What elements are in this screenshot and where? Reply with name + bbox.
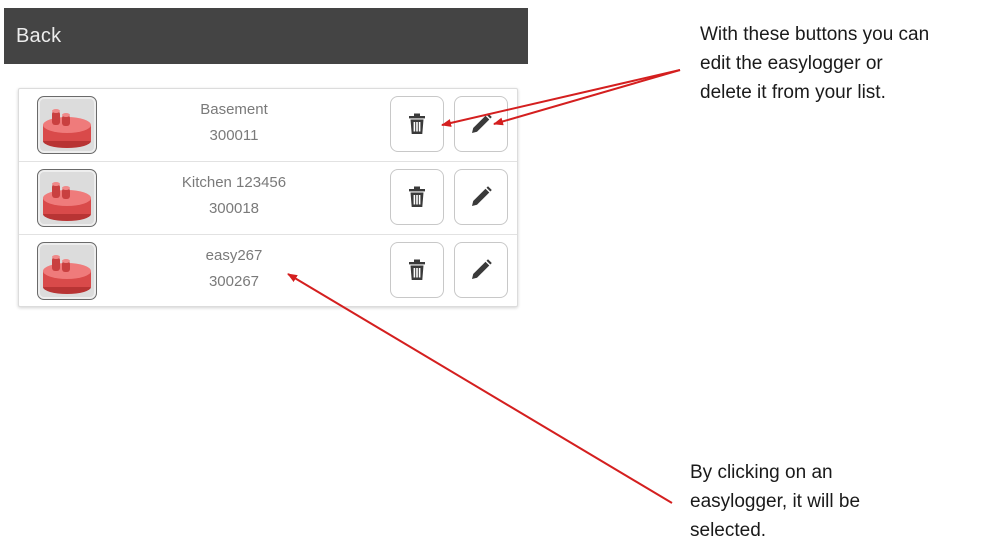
edit-button[interactable] [454,169,508,225]
trash-icon [409,186,425,207]
annotation-line: easylogger, it will be [690,491,861,512]
logger-name: easy267 [205,247,263,264]
logger-serial: 300267 [208,273,260,290]
logger-text: easy267 300267 [139,243,329,295]
delete-button[interactable] [390,169,444,225]
logger-text: Kitchen 123456 300018 [139,170,329,222]
logger-list-item[interactable]: Kitchen 123456 300018 [19,162,517,234]
logger-name: Basement [200,101,268,118]
logger-serial: 300018 [208,200,260,217]
logger-serial: 300011 [209,127,259,144]
easylogger-device-icon [37,169,97,227]
pencil-icon [472,186,492,206]
pencil-icon [472,259,492,279]
logger-name: Kitchen 123456 [181,174,287,191]
delete-button[interactable] [390,96,444,152]
trash-icon [409,113,425,134]
pencil-icon [472,113,492,133]
logger-list-item[interactable]: easy267 300267 [19,235,517,307]
top-bar: Back [4,8,528,64]
edit-button[interactable] [454,242,508,298]
back-button[interactable]: Back [16,25,61,48]
logger-list: Basement 300011 Kitchen 123456 300018 ea… [18,88,518,307]
delete-button[interactable] [390,242,444,298]
arrow-to-item [287,273,673,504]
annotation-line: selected. [690,520,767,541]
buttons-annotation: With these buttons you can edit the easy… [700,20,1008,107]
annotation-line: With these buttons you can [700,24,930,45]
easylogger-device-icon [37,242,97,300]
trash-icon [409,259,425,280]
easylogger-device-icon [37,96,97,154]
annotation-line: delete it from your list. [700,82,886,103]
arrow-to-edit [493,69,681,126]
logger-text: Basement 300011 [139,97,329,149]
logger-list-item[interactable]: Basement 300011 [19,89,517,161]
annotation-line: edit the easylogger or [700,53,883,74]
edit-button[interactable] [454,96,508,152]
select-annotation: By clicking on an easylogger, it will be… [690,458,950,545]
annotation-line: By clicking on an [690,462,833,483]
